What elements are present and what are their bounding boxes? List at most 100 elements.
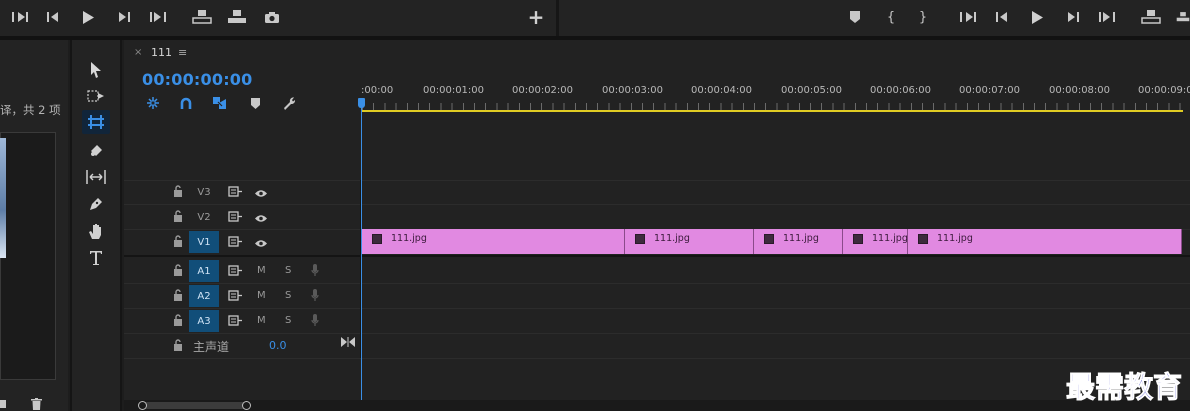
track-v3-label[interactable]: V3 <box>189 181 219 203</box>
extract-icon[interactable] <box>1176 7 1190 27</box>
snap-icon[interactable] <box>178 95 194 111</box>
track-a2-label[interactable]: A2 <box>189 285 219 307</box>
marker-icon[interactable] <box>846 8 864 26</box>
slip-tool-icon[interactable] <box>82 165 110 189</box>
video-audio-divider <box>124 255 1190 257</box>
clip[interactable]: 111.jpg <box>625 229 754 254</box>
work-area-bar[interactable] <box>362 110 1183 112</box>
clip-name: 111.jpg <box>391 233 427 244</box>
trash-icon[interactable] <box>29 397 43 411</box>
go-to-edges-icon[interactable] <box>341 336 355 348</box>
clip[interactable]: 111.jpg <box>843 229 908 254</box>
clip-name: 111.jpg <box>654 233 690 244</box>
track-v2-label[interactable]: V2 <box>189 206 219 228</box>
go-to-in-icon[interactable] <box>10 8 30 26</box>
lock-icon[interactable] <box>173 185 185 199</box>
linked-selection-icon[interactable] <box>212 95 228 111</box>
sequence-tab-title[interactable]: 111 <box>151 46 172 59</box>
eye-icon[interactable] <box>254 213 268 223</box>
lock-icon[interactable] <box>173 210 185 224</box>
mute-button[interactable]: M <box>257 265 266 276</box>
panel-menu-icon[interactable]: ≡ <box>178 46 187 59</box>
microphone-icon[interactable] <box>311 314 321 328</box>
clip-thumbnail[interactable] <box>0 138 6 258</box>
hand-tool-icon[interactable] <box>82 219 110 243</box>
microphone-icon[interactable] <box>311 264 321 278</box>
go-to-out-icon-right[interactable] <box>1097 8 1117 26</box>
overwrite-icon[interactable] <box>226 7 248 27</box>
eye-icon[interactable] <box>254 238 268 248</box>
lock-icon[interactable] <box>173 314 185 328</box>
step-back-icon[interactable] <box>44 8 62 26</box>
type-tool-icon[interactable] <box>82 246 110 270</box>
wrench-icon[interactable] <box>281 95 297 111</box>
clip[interactable]: 111.jpg <box>754 229 843 254</box>
track-select-tool-icon[interactable] <box>82 84 110 108</box>
sync-lock-icon[interactable] <box>228 211 242 223</box>
fx-icon <box>764 234 774 244</box>
clip[interactable]: 111.jpg <box>908 229 1182 254</box>
step-back-icon-right[interactable] <box>993 8 1011 26</box>
transport-divider <box>556 0 559 36</box>
solo-button[interactable]: S <box>285 265 291 276</box>
scrollbar-thumb[interactable] <box>140 402 248 409</box>
ruler-label: 00:00:08:00 <box>1049 85 1111 96</box>
nest-icon[interactable] <box>145 95 161 111</box>
ruler-label: 00:00:06:00 <box>870 85 932 96</box>
insert-icon[interactable] <box>191 7 213 27</box>
mute-button[interactable]: M <box>257 315 266 326</box>
sync-lock-icon[interactable] <box>228 290 242 302</box>
lock-icon[interactable] <box>173 235 185 249</box>
timeline-scrollbar[interactable] <box>124 400 1190 411</box>
playhead-timecode[interactable]: 00:00:00:00 <box>142 70 252 89</box>
clip[interactable]: 111.jpg <box>362 229 625 254</box>
mark-in-icon[interactable]: { <box>883 8 899 26</box>
go-to-in-icon-right[interactable] <box>958 8 978 26</box>
playhead-line[interactable] <box>361 100 362 400</box>
mute-button[interactable]: M <box>257 290 266 301</box>
ruler-label: 00:00:01:00 <box>423 85 485 96</box>
sync-lock-icon[interactable] <box>228 265 242 277</box>
mark-out-icon[interactable]: } <box>915 8 931 26</box>
selection-tool-icon[interactable] <box>82 58 110 82</box>
pen-tool-icon[interactable] <box>82 192 110 216</box>
track-a3-label[interactable]: A3 <box>189 310 219 332</box>
sync-lock-icon[interactable] <box>228 315 242 327</box>
lock-icon[interactable] <box>173 339 185 353</box>
master-volume-value[interactable]: 0.0 <box>269 339 287 352</box>
fx-icon <box>372 234 382 244</box>
ruler-label: :00:00 <box>361 85 394 96</box>
step-forward-icon[interactable] <box>115 8 133 26</box>
go-to-out-icon[interactable] <box>148 8 168 26</box>
solo-button[interactable]: S <box>285 290 291 301</box>
project-bin[interactable] <box>0 132 56 380</box>
camera-icon[interactable] <box>262 7 282 27</box>
add-marker-icon[interactable] <box>248 96 262 110</box>
ripple-edit-tool-icon[interactable] <box>82 110 110 134</box>
step-forward-icon-right[interactable] <box>1064 8 1082 26</box>
track-a1-label[interactable]: A1 <box>189 260 219 282</box>
eye-icon[interactable] <box>254 188 268 198</box>
track-v1-label[interactable]: V1 <box>189 231 219 253</box>
clip-name: 111.jpg <box>783 233 819 244</box>
lift-icon[interactable] <box>1140 7 1162 27</box>
sync-lock-icon[interactable] <box>228 236 242 248</box>
ruler-label: 00:00:07:00 <box>959 85 1021 96</box>
new-item-icon[interactable] <box>0 397 8 409</box>
lock-icon[interactable] <box>173 264 185 278</box>
sync-lock-icon[interactable] <box>228 186 242 198</box>
playhead-handle[interactable] <box>358 98 365 108</box>
ruler-label: 00:00:05:00 <box>781 85 843 96</box>
add-button-icon[interactable]: + <box>526 5 546 29</box>
close-tab-icon[interactable]: × <box>134 47 142 58</box>
solo-button[interactable]: S <box>285 315 291 326</box>
microphone-icon[interactable] <box>311 289 321 303</box>
zoom-handle-right[interactable] <box>242 401 251 410</box>
play-icon-right[interactable] <box>1028 8 1046 26</box>
zoom-handle-left[interactable] <box>138 401 147 410</box>
lock-icon[interactable] <box>173 289 185 303</box>
project-item-count: 译，共 2 项 <box>0 103 61 117</box>
master-track-label: 主声道 <box>193 340 230 354</box>
razor-tool-icon[interactable] <box>82 138 110 162</box>
play-icon[interactable] <box>79 8 97 26</box>
